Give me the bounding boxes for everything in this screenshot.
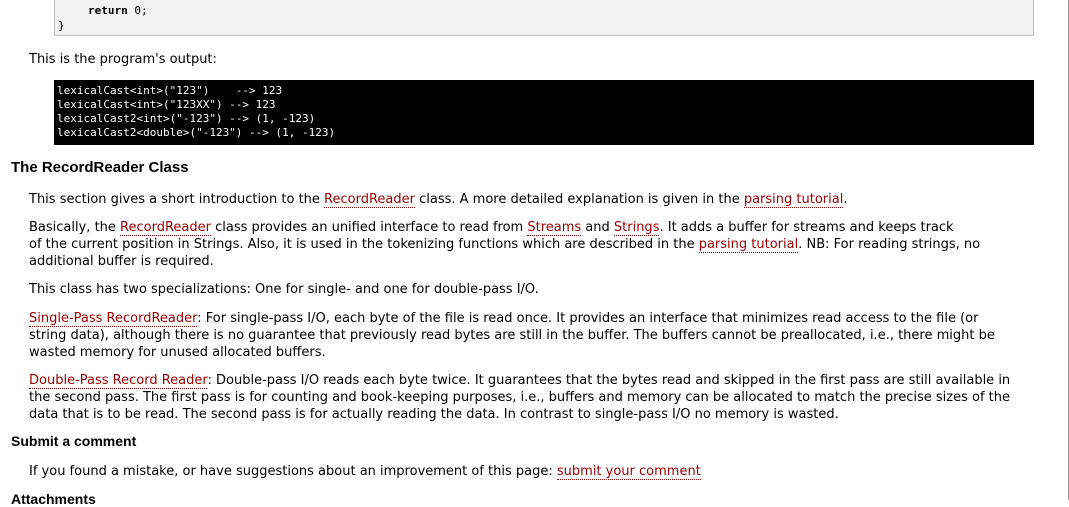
paragraph-double-pass: Double-Pass Record Reader: Double-pass I… [29, 372, 1010, 423]
text: class. A more detailed explanation is gi… [414, 192, 744, 207]
text: : Double-pass I/O reads each byte twice.… [207, 373, 1011, 388]
output-line: lexicalCast<int>("123") --> 123 [57, 84, 283, 97]
code-return-keyword: return [88, 4, 128, 17]
output-intro: This is the program's output: [29, 52, 217, 67]
text: This section gives a short introduction … [29, 192, 325, 207]
output-line: lexicalCast2<double>("-123") --> (1, -12… [57, 126, 336, 139]
paragraph-comment: If you found a mistake, or have suggesti… [29, 463, 701, 480]
paragraph-intro: This section gives a short introduction … [29, 191, 847, 208]
text: the second pass. The first pass is for c… [29, 390, 1010, 405]
text: string data), although there is no guara… [29, 328, 995, 343]
text: of the current position in Strings. Also… [29, 237, 699, 252]
text: additional buffer is required. [29, 254, 214, 269]
link-submit-comment[interactable]: submit your comment [556, 464, 701, 480]
link-recordreader[interactable]: RecordReader [324, 192, 415, 208]
text: . It adds a buffer for streams and keeps… [659, 220, 954, 235]
program-output-block: lexicalCast<int>("123") --> 123 lexicalCa… [54, 80, 1034, 145]
link-recordreader[interactable]: RecordReader [120, 220, 211, 236]
text: If you found a mistake, or have suggesti… [29, 464, 557, 479]
text: wasted memory for unused allocated buffe… [29, 345, 326, 360]
link-streams[interactable]: Streams [527, 220, 582, 236]
text: . [843, 192, 848, 207]
link-strings[interactable]: Strings [613, 220, 660, 236]
code-close-brace: } [58, 19, 65, 32]
output-line: lexicalCast<int>("123XX") --> 123 [57, 98, 276, 111]
link-double-pass-record-reader[interactable]: Double-Pass Record Reader [29, 373, 208, 389]
paragraph-specializations: This class has two specializations: One … [29, 282, 539, 297]
output-line: lexicalCast2<int>("-123") --> (1, -123) [57, 112, 316, 125]
section-heading-submit-comment: Submit a comment [11, 433, 137, 449]
text: and [581, 220, 614, 235]
code-return-value: 0; [127, 4, 148, 17]
paragraph-basically: Basically, the RecordReader class provid… [29, 219, 980, 270]
link-single-pass-recordreader[interactable]: Single-Pass RecordReader [29, 311, 198, 327]
section-heading-recordreader: The RecordReader Class [11, 159, 189, 176]
text: class provides an unified interface to r… [210, 220, 528, 235]
text: . NB: For reading strings, no [798, 237, 981, 252]
text: : For single-pass I/O, each byte of the … [197, 311, 979, 326]
code-block-tail: return 0; } [54, 0, 1034, 36]
link-parsing-tutorial[interactable]: parsing tutorial [743, 192, 844, 208]
text: Basically, the [29, 220, 121, 235]
paragraph-single-pass: Single-Pass RecordReader: For single-pas… [29, 310, 995, 361]
link-parsing-tutorial[interactable]: parsing tutorial [698, 237, 799, 253]
section-heading-attachments: Attachments [11, 491, 96, 507]
text: data that is to be read. The second pass… [29, 407, 839, 422]
